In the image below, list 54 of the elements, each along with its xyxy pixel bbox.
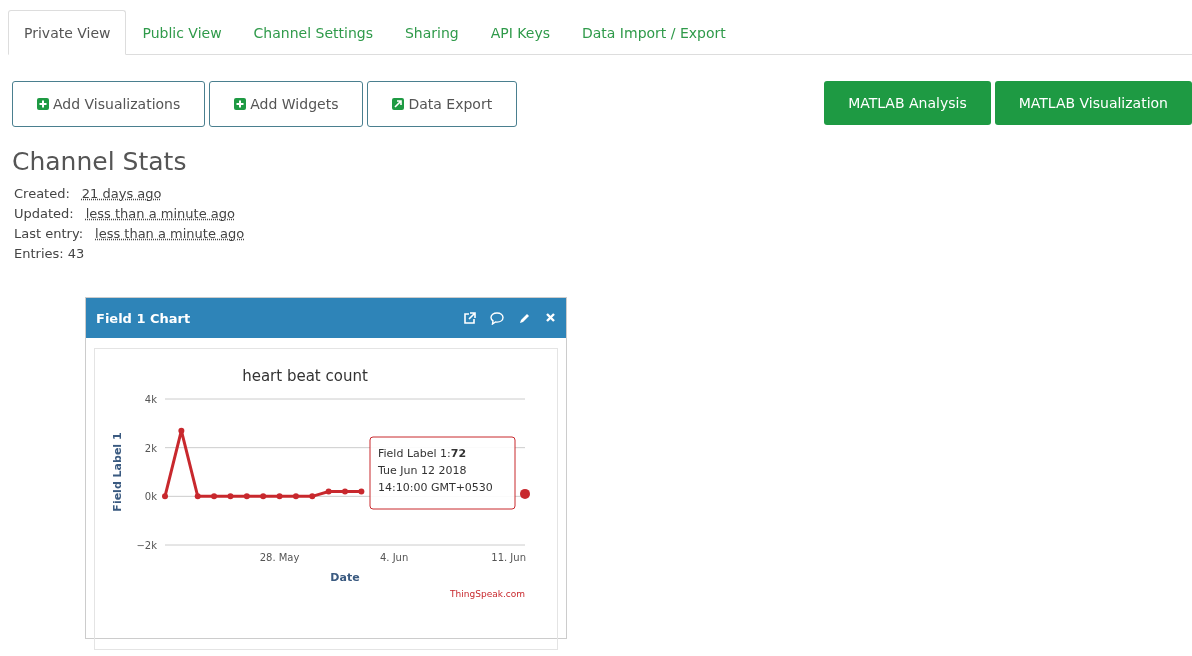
external-link-icon[interactable]	[463, 311, 476, 325]
chart-title: heart beat count	[242, 367, 368, 385]
tab[interactable]: Private View	[8, 10, 127, 55]
stat-label: Updated:	[14, 206, 74, 221]
credit-link[interactable]: ThingSpeak.com	[450, 589, 525, 599]
stat-value: less than a minute ago	[85, 206, 235, 221]
close-icon[interactable]	[545, 311, 556, 323]
y-tick-label: 0k	[144, 491, 157, 503]
data-point	[194, 493, 201, 500]
toolbar-button[interactable]: Add Widgets	[209, 81, 364, 127]
data-point	[162, 493, 168, 500]
stat-value: 43	[67, 246, 85, 261]
data-point	[243, 493, 250, 500]
section-heading: Channel Stats	[12, 147, 188, 176]
card-title: Field 1 Chart	[96, 310, 191, 326]
data-point	[227, 493, 234, 500]
toolbar-button[interactable]: Add Visualizations	[12, 81, 206, 127]
x-axis-title: Date	[330, 571, 360, 584]
y-tick-label: 2k	[144, 442, 157, 454]
x-tick-label: 4. Jun	[379, 552, 409, 563]
stat-label: Last entry:	[14, 226, 84, 241]
data-point	[292, 493, 299, 500]
pencil-icon[interactable]	[518, 311, 531, 325]
toolbar-button[interactable]: Data Export	[367, 81, 518, 127]
data-point	[309, 493, 316, 500]
data-point	[260, 493, 267, 500]
y-tick-label: 4k	[144, 394, 157, 405]
stat-value: less than a minute ago	[95, 226, 245, 241]
data-point	[342, 488, 348, 495]
plus-icon	[234, 98, 247, 110]
tab[interactable]: Sharing	[388, 10, 475, 55]
comment-icon[interactable]	[490, 311, 504, 325]
stat-value: 21 days ago	[81, 186, 162, 201]
tab[interactable]: Data Import / Export	[566, 10, 742, 55]
matlab-button[interactable]: MATLAB Analysis	[824, 81, 991, 125]
plus-icon	[37, 98, 49, 110]
tab[interactable]: API Keys	[474, 10, 566, 55]
tab[interactable]: Public View	[126, 10, 238, 55]
tab[interactable]: Channel Settings	[237, 10, 389, 55]
x-tick-label: 11. Jun	[491, 552, 526, 563]
data-point	[178, 427, 185, 434]
data-point	[358, 488, 365, 495]
stat-label: Created:	[14, 186, 70, 201]
data-point	[276, 493, 283, 500]
tooltip: Field Label 1:72 Tue Jun 12 2018 14:10:00 GMT+0530	[369, 436, 516, 510]
data-point	[520, 488, 530, 499]
data-point	[211, 493, 218, 500]
x-tick-label: 28. May	[259, 552, 300, 563]
y-axis-title: Field Label 1	[111, 432, 124, 512]
matlab-button[interactable]: MATLAB Visualization	[994, 81, 1192, 125]
stat-label: Entries:	[14, 246, 64, 261]
y-tick-label: −2k	[136, 540, 157, 551]
external-link-icon	[392, 98, 405, 110]
data-point	[325, 488, 332, 495]
